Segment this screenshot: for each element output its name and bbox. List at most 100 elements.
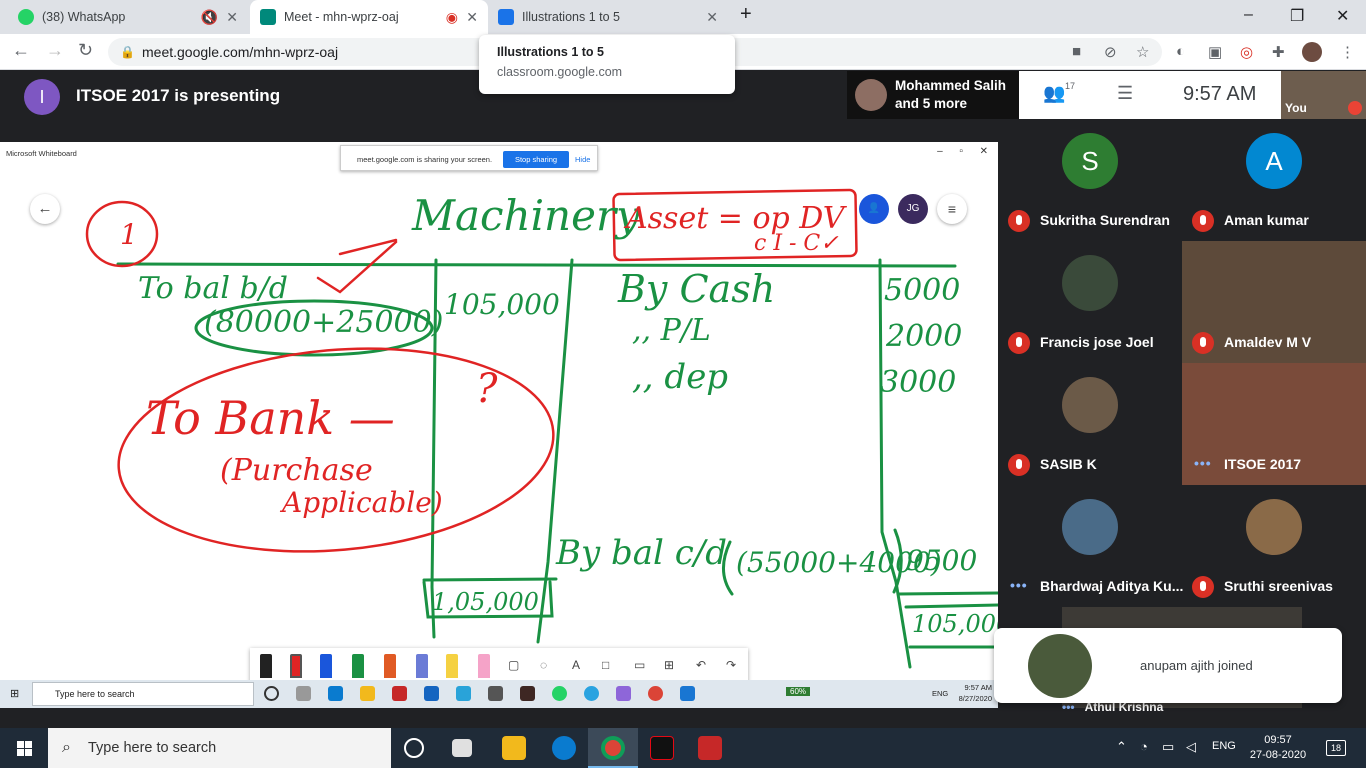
participant-tile[interactable]: SASIB K bbox=[998, 363, 1182, 485]
participant-name: Sukritha Surendran bbox=[1040, 212, 1170, 228]
extension-1-icon[interactable]: ◐ bbox=[1176, 43, 1185, 60]
mic-off-icon bbox=[1192, 576, 1214, 598]
notification-center-icon[interactable]: 18 bbox=[1326, 740, 1346, 756]
pdf-app-icon[interactable] bbox=[698, 736, 722, 760]
eraser-icon[interactable]: ▢ bbox=[508, 658, 519, 672]
mic-off-icon bbox=[1192, 210, 1214, 232]
tray-expand-icon[interactable]: ⌃ bbox=[1116, 739, 1127, 755]
task-view-icon[interactable] bbox=[452, 739, 472, 757]
image-icon[interactable]: ▭ bbox=[634, 658, 645, 672]
close-window-icon[interactable]: ✕ bbox=[1336, 6, 1349, 26]
participant-tile[interactable]: A Aman kumar bbox=[1182, 119, 1366, 241]
menu-dots-icon[interactable]: ⋮ bbox=[1340, 43, 1355, 61]
green-pen-tool[interactable] bbox=[352, 654, 364, 678]
start-button[interactable] bbox=[0, 728, 48, 768]
bookmark-star-icon[interactable]: ☆ bbox=[1136, 43, 1149, 61]
self-view-tile[interactable]: You bbox=[1281, 71, 1366, 119]
forward-icon[interactable]: → bbox=[46, 40, 64, 61]
mute-tab-icon[interactable]: 🔇 bbox=[201, 9, 218, 26]
wifi-icon[interactable]: ◔ bbox=[1140, 739, 1148, 754]
inner-battery-indicator: 60% bbox=[786, 687, 811, 696]
camera-icon[interactable]: ■ bbox=[1072, 43, 1081, 60]
participant-video-tile[interactable]: Amaldev M V bbox=[1182, 241, 1366, 363]
inner-start-icon: ⊞ bbox=[10, 688, 20, 700]
participant-name: Francis jose Joel bbox=[1040, 334, 1154, 350]
tab-illustrations[interactable]: Illustrations 1 to 5 ✕ bbox=[488, 0, 728, 34]
undo-icon[interactable]: ↶ bbox=[696, 658, 706, 672]
speaking-indicator: ••• bbox=[1010, 577, 1028, 593]
pink-highlighter-tool[interactable] bbox=[478, 654, 490, 678]
cortana-icon[interactable] bbox=[404, 738, 424, 758]
blue-pen-tool[interactable] bbox=[320, 654, 332, 678]
close-tab-icon[interactable]: ✕ bbox=[466, 9, 478, 26]
restore-icon[interactable]: ❐ bbox=[1290, 6, 1304, 26]
eye-off-icon[interactable]: ⊘ bbox=[1104, 43, 1117, 61]
participant-tile[interactable]: Sruthi sreenivas bbox=[1182, 485, 1366, 607]
whatsapp-icon bbox=[18, 9, 34, 25]
meet-icon bbox=[260, 9, 276, 25]
taskbar-search-box[interactable]: ⌕ Type here to search bbox=[48, 728, 391, 768]
reload-icon[interactable]: ↻ bbox=[78, 40, 93, 61]
close-tab-icon[interactable]: ✕ bbox=[226, 9, 238, 26]
credit-entry-3-amount: 3000 bbox=[880, 365, 956, 400]
marker-number: 1 bbox=[120, 218, 138, 251]
black-pen-tool[interactable] bbox=[260, 654, 272, 678]
add-icon[interactable]: ⊞ bbox=[664, 658, 674, 672]
classroom-icon bbox=[498, 9, 514, 25]
tab-meet[interactable]: Meet - mhn-wprz-oaj ◉ ✕ bbox=[250, 0, 488, 34]
netflix-icon[interactable] bbox=[650, 736, 674, 760]
people-count: 17 bbox=[1065, 81, 1076, 91]
asset-note-line2: c I - C✓ bbox=[754, 231, 839, 256]
people-chip[interactable]: Mohammed Salih and 5 more bbox=[847, 71, 1019, 119]
extensions-puzzle-icon[interactable]: ✚ bbox=[1272, 43, 1285, 61]
tab-hover-card: Illustrations 1 to 5 classroom.google.co… bbox=[479, 35, 735, 94]
pen-stroke bbox=[338, 238, 398, 256]
close-tab-icon[interactable]: ✕ bbox=[706, 9, 718, 26]
whiteboard-canvas[interactable]: 1 Machinery Asset = op DV c I - C✓ To ba… bbox=[0, 142, 998, 708]
new-tab-button[interactable]: + bbox=[740, 3, 752, 26]
extension-3-icon[interactable]: ◎ bbox=[1240, 43, 1253, 61]
profile-avatar[interactable] bbox=[1302, 42, 1322, 62]
participant-name: SASIB K bbox=[1040, 456, 1097, 472]
tab-title: Meet - mhn-wprz-oaj bbox=[284, 10, 399, 24]
debit-entry-2-note2: Applicable) bbox=[279, 486, 443, 519]
note-icon[interactable]: □ bbox=[602, 658, 609, 672]
participant-video-tile[interactable]: ••• ITSOE 2017 bbox=[1182, 363, 1366, 485]
minimize-icon[interactable]: – bbox=[1244, 6, 1253, 24]
people-icon[interactable]: 👥 bbox=[1043, 83, 1065, 104]
inner-explorer-icon bbox=[360, 686, 375, 701]
debit-entry-2-amount: ? bbox=[476, 366, 498, 412]
participant-tile[interactable]: ••• Bhardwaj Aditya Ku... bbox=[998, 485, 1184, 607]
participant-tile[interactable]: S Sukritha Surendran bbox=[998, 119, 1182, 241]
join-message: anupam ajith joined bbox=[1140, 658, 1253, 673]
chat-icon[interactable]: ☰ bbox=[1117, 83, 1133, 104]
mic-off-icon bbox=[1008, 454, 1030, 476]
volume-icon[interactable]: ◁ bbox=[1186, 739, 1196, 755]
participant-name: Bhardwaj Aditya Ku... bbox=[1040, 578, 1184, 594]
avatar bbox=[1246, 499, 1302, 555]
participant-tile[interactable]: Francis jose Joel bbox=[998, 241, 1182, 363]
red-pen-tool[interactable] bbox=[290, 654, 302, 678]
input-language[interactable]: ENG bbox=[1212, 740, 1236, 752]
purple-pen-tool[interactable] bbox=[416, 654, 428, 678]
inner-chrome-icon bbox=[648, 686, 663, 701]
edge-icon[interactable] bbox=[552, 736, 576, 760]
orange-pen-tool[interactable] bbox=[384, 654, 396, 678]
url-text: meet.google.com/mhn-wprz-oaj bbox=[142, 44, 339, 60]
lasso-icon[interactable]: ◌ bbox=[540, 658, 547, 672]
back-icon[interactable]: ← bbox=[12, 40, 30, 61]
mic-off-icon bbox=[1008, 332, 1030, 354]
extension-2-icon[interactable]: ▣ bbox=[1208, 43, 1222, 61]
debit-entry-1-detail: (80000+25000) bbox=[204, 305, 443, 340]
credit-entry-1: By Cash bbox=[617, 267, 775, 311]
chrome-taskbar-item[interactable] bbox=[588, 728, 638, 768]
text-icon[interactable]: A bbox=[572, 658, 580, 672]
credit-entry-2-amount: 2000 bbox=[885, 319, 962, 354]
tab-whatsapp[interactable]: (38) WhatsApp 🔇 ✕ bbox=[8, 0, 248, 34]
avatar: A bbox=[1246, 133, 1302, 189]
taskbar-clock[interactable]: 09:57 27-08-2020 bbox=[1248, 733, 1308, 763]
redo-icon[interactable]: ↷ bbox=[726, 658, 736, 672]
battery-icon[interactable]: ▭ bbox=[1162, 739, 1174, 755]
file-explorer-icon[interactable] bbox=[502, 736, 526, 760]
yellow-highlighter-tool[interactable] bbox=[446, 654, 458, 678]
